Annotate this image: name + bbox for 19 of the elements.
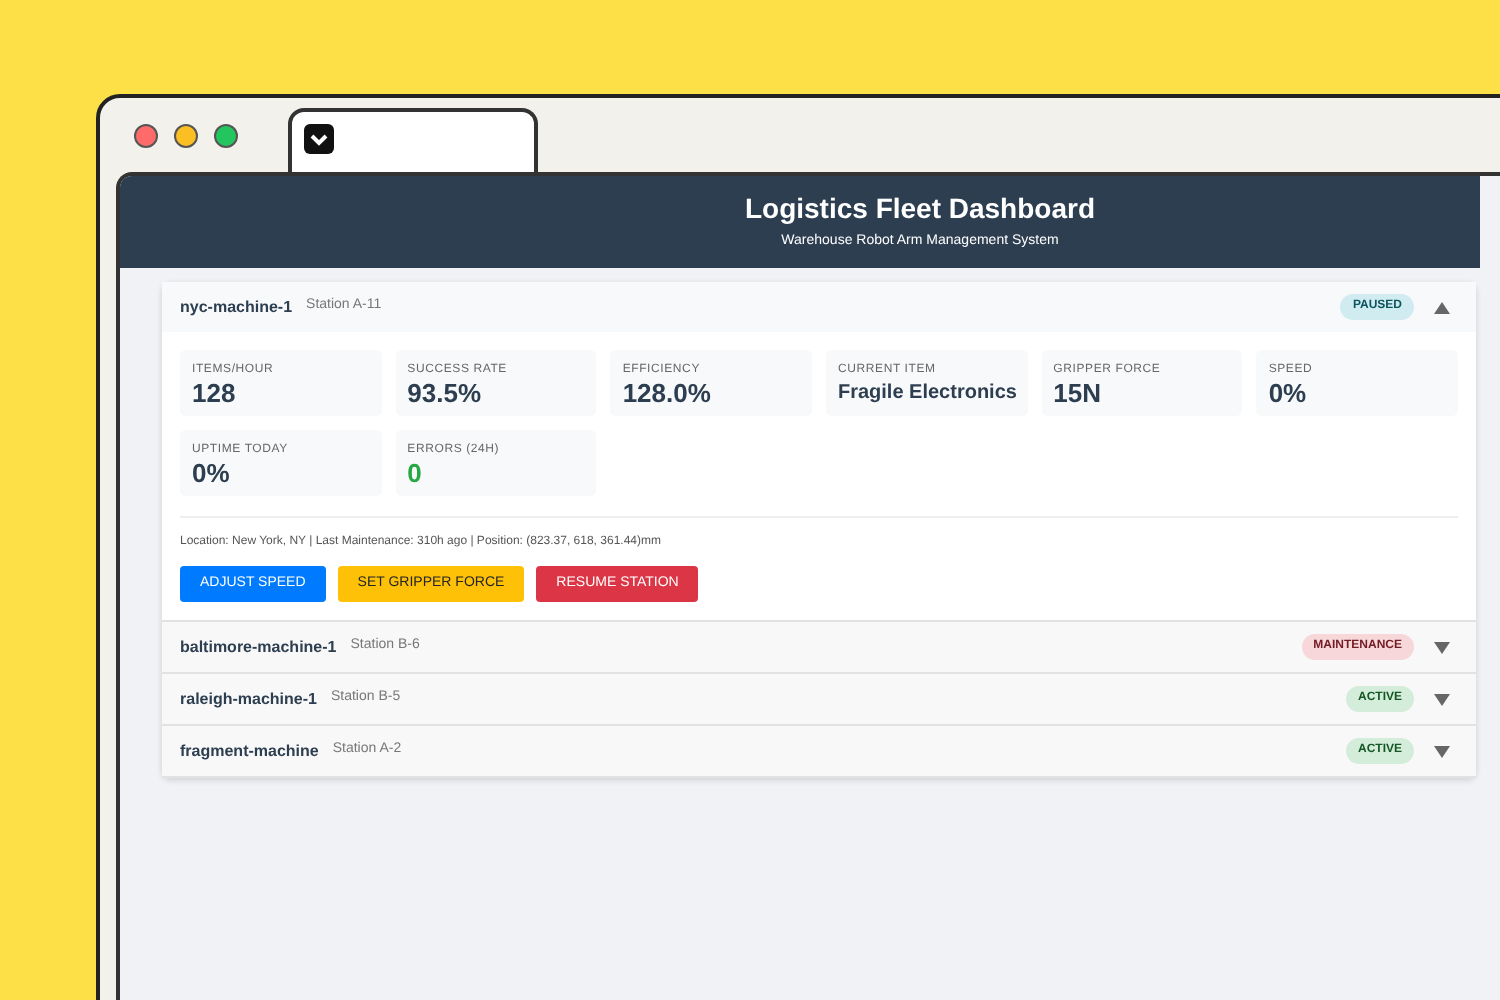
chevron-down-icon[interactable] xyxy=(1434,693,1450,705)
chevron-down-icon[interactable] xyxy=(1434,641,1450,653)
machine-name: raleigh-machine-1 xyxy=(180,687,317,711)
metric-value: 0 xyxy=(407,458,424,488)
machine-name: nyc-machine-1 xyxy=(180,295,293,319)
metric-value: 93.5% xyxy=(407,378,484,408)
machine-name: baltimore-machine-1 xyxy=(180,635,337,659)
metric-value: 128.0% xyxy=(622,378,713,408)
metric-value: 128 xyxy=(192,378,238,408)
chevron-logo-icon xyxy=(304,124,334,154)
machine-name: fragment-machine xyxy=(180,739,319,763)
chevron-up-icon[interactable] xyxy=(1434,301,1450,313)
chevron-down-icon[interactable] xyxy=(1434,745,1450,757)
metric-value: 0% xyxy=(1268,378,1309,408)
browser-tab[interactable] xyxy=(288,108,538,172)
dashboard-title: Logistics Fleet Dashboard xyxy=(744,190,1096,227)
metric-value: Fragile Electronics xyxy=(837,380,1016,408)
metric-value: 0% xyxy=(192,458,232,488)
metric-value: 15N xyxy=(1053,378,1104,408)
